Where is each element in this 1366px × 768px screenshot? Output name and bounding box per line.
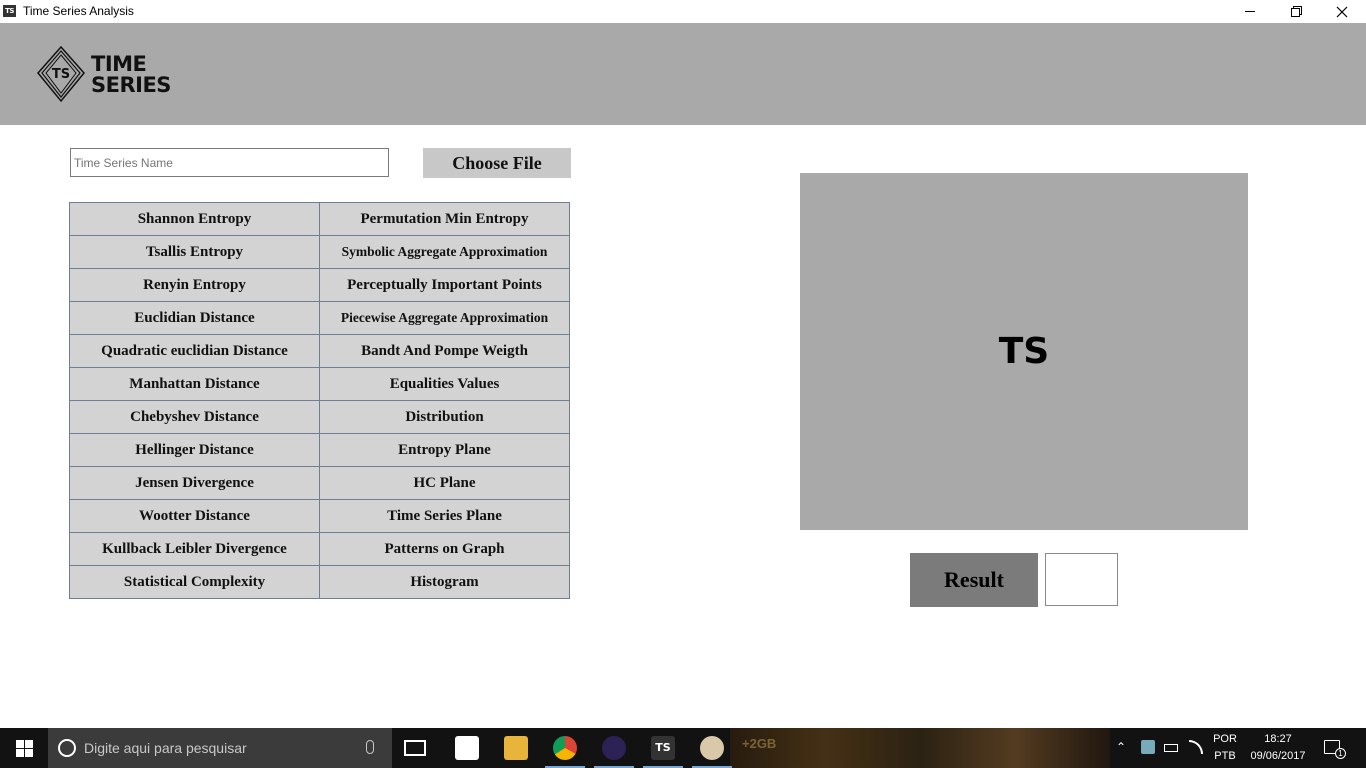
close-icon xyxy=(1336,6,1348,17)
time-series-plane-button[interactable]: Time Series Plane xyxy=(319,499,570,533)
histogram-button[interactable]: Histogram xyxy=(319,565,570,599)
time-series-name-input[interactable] xyxy=(70,148,389,177)
windows-logo-icon xyxy=(15,739,33,757)
statistical-complexity-button[interactable]: Statistical Complexity xyxy=(69,565,320,599)
clock[interactable]: 18:27 09/06/2017 xyxy=(1246,733,1310,762)
app-logo: TS TIME SERIES xyxy=(37,46,171,104)
clock-date: 09/06/2017 xyxy=(1250,750,1306,762)
chrome-icon[interactable] xyxy=(553,736,577,760)
logo-badge: TS xyxy=(52,67,70,82)
permutation-min-entropy-button[interactable]: Permutation Min Entropy xyxy=(319,202,570,236)
wootter-distance-button[interactable]: Wootter Distance xyxy=(69,499,320,533)
distribution-button[interactable]: Distribution xyxy=(319,400,570,434)
minimize-icon xyxy=(1245,11,1255,12)
battery-icon[interactable] xyxy=(1164,744,1178,752)
preview-panel: TS xyxy=(800,173,1248,530)
logo-diamond-icon: TS xyxy=(37,46,85,103)
microphone-icon[interactable] xyxy=(366,740,374,754)
result-button[interactable]: Result xyxy=(910,553,1038,607)
quadratic-euclidian-distance-button[interactable]: Quadratic euclidian Distance xyxy=(69,334,320,368)
logo-line-1: TIME xyxy=(91,52,147,76)
language-indicator[interactable]: POR PTB xyxy=(1208,733,1242,762)
wallpaper-text: +2GB xyxy=(742,736,777,751)
minimize-button[interactable] xyxy=(1227,0,1273,23)
dropbox-icon[interactable] xyxy=(1141,740,1155,754)
app-header: TS TIME SERIES xyxy=(0,23,1366,125)
preview-label: TS xyxy=(998,331,1050,372)
eclipse-icon[interactable] xyxy=(602,736,626,760)
start-button[interactable] xyxy=(0,728,48,768)
choose-file-button[interactable]: Choose File xyxy=(423,148,571,178)
perceptually-important-points-button[interactable]: Perceptually Important Points xyxy=(319,268,570,302)
windows-taskbar: +2GB Digite aqui para pesquisar TS ⌃ POR… xyxy=(0,728,1366,768)
bandt-and-pompe-weigth-button[interactable]: Bandt And Pompe Weigth xyxy=(319,334,570,368)
file-explorer-icon[interactable] xyxy=(504,736,528,760)
notification-count: 1 xyxy=(1335,748,1346,759)
hellinger-distance-button[interactable]: Hellinger Distance xyxy=(69,433,320,467)
clock-time: 18:27 xyxy=(1264,733,1292,745)
search-placeholder: Digite aqui para pesquisar xyxy=(84,740,247,756)
chevron-up-icon[interactable]: ⌃ xyxy=(1116,740,1126,754)
entropy-plane-button[interactable]: Entropy Plane xyxy=(319,433,570,467)
jensen-divergence-button[interactable]: Jensen Divergence xyxy=(69,466,320,500)
taskbar-search-box[interactable]: Digite aqui para pesquisar xyxy=(48,728,392,768)
paint-icon[interactable] xyxy=(700,736,724,760)
store-icon[interactable] xyxy=(455,736,479,760)
symbolic-aggregate-approximation-button[interactable]: Symbolic Aggregate Approximation xyxy=(319,235,570,269)
result-output-box xyxy=(1045,553,1118,606)
restore-icon xyxy=(1290,6,1302,17)
language-code: POR xyxy=(1213,733,1237,745)
window-title: Time Series Analysis xyxy=(23,4,134,18)
restore-button[interactable] xyxy=(1273,0,1319,23)
keyboard-layout: PTB xyxy=(1214,750,1236,762)
logo-wordmark: TIME SERIES xyxy=(91,54,171,96)
shannon-entropy-button[interactable]: Shannon Entropy xyxy=(69,202,320,236)
chebyshev-distance-button[interactable]: Chebyshev Distance xyxy=(69,400,320,434)
analysis-button-grid: Shannon Entropy Permutation Min Entropy … xyxy=(69,202,570,599)
taskbar-wallpaper: +2GB xyxy=(730,728,1110,768)
patterns-on-graph-button[interactable]: Patterns on Graph xyxy=(319,532,570,566)
piecewise-aggregate-approximation-button[interactable]: Piecewise Aggregate Approximation xyxy=(319,301,570,335)
close-button[interactable] xyxy=(1319,0,1365,23)
euclidian-distance-button[interactable]: Euclidian Distance xyxy=(69,301,320,335)
window-titlebar: TS Time Series Analysis xyxy=(0,0,1366,23)
kullback-leibler-divergence-button[interactable]: Kullback Leibler Divergence xyxy=(69,532,320,566)
ts-app-icon[interactable]: TS xyxy=(651,736,675,760)
task-view-icon[interactable] xyxy=(404,740,426,756)
app-icon: TS xyxy=(3,5,16,17)
tsallis-entropy-button[interactable]: Tsallis Entropy xyxy=(69,235,320,269)
hc-plane-button[interactable]: HC Plane xyxy=(319,466,570,500)
equalities-values-button[interactable]: Equalities Values xyxy=(319,367,570,401)
cortana-icon xyxy=(58,739,76,757)
logo-line-2: SERIES xyxy=(91,73,171,97)
renyin-entropy-button[interactable]: Renyin Entropy xyxy=(69,268,320,302)
wifi-icon[interactable] xyxy=(1189,740,1203,754)
manhattan-distance-button[interactable]: Manhattan Distance xyxy=(69,367,320,401)
